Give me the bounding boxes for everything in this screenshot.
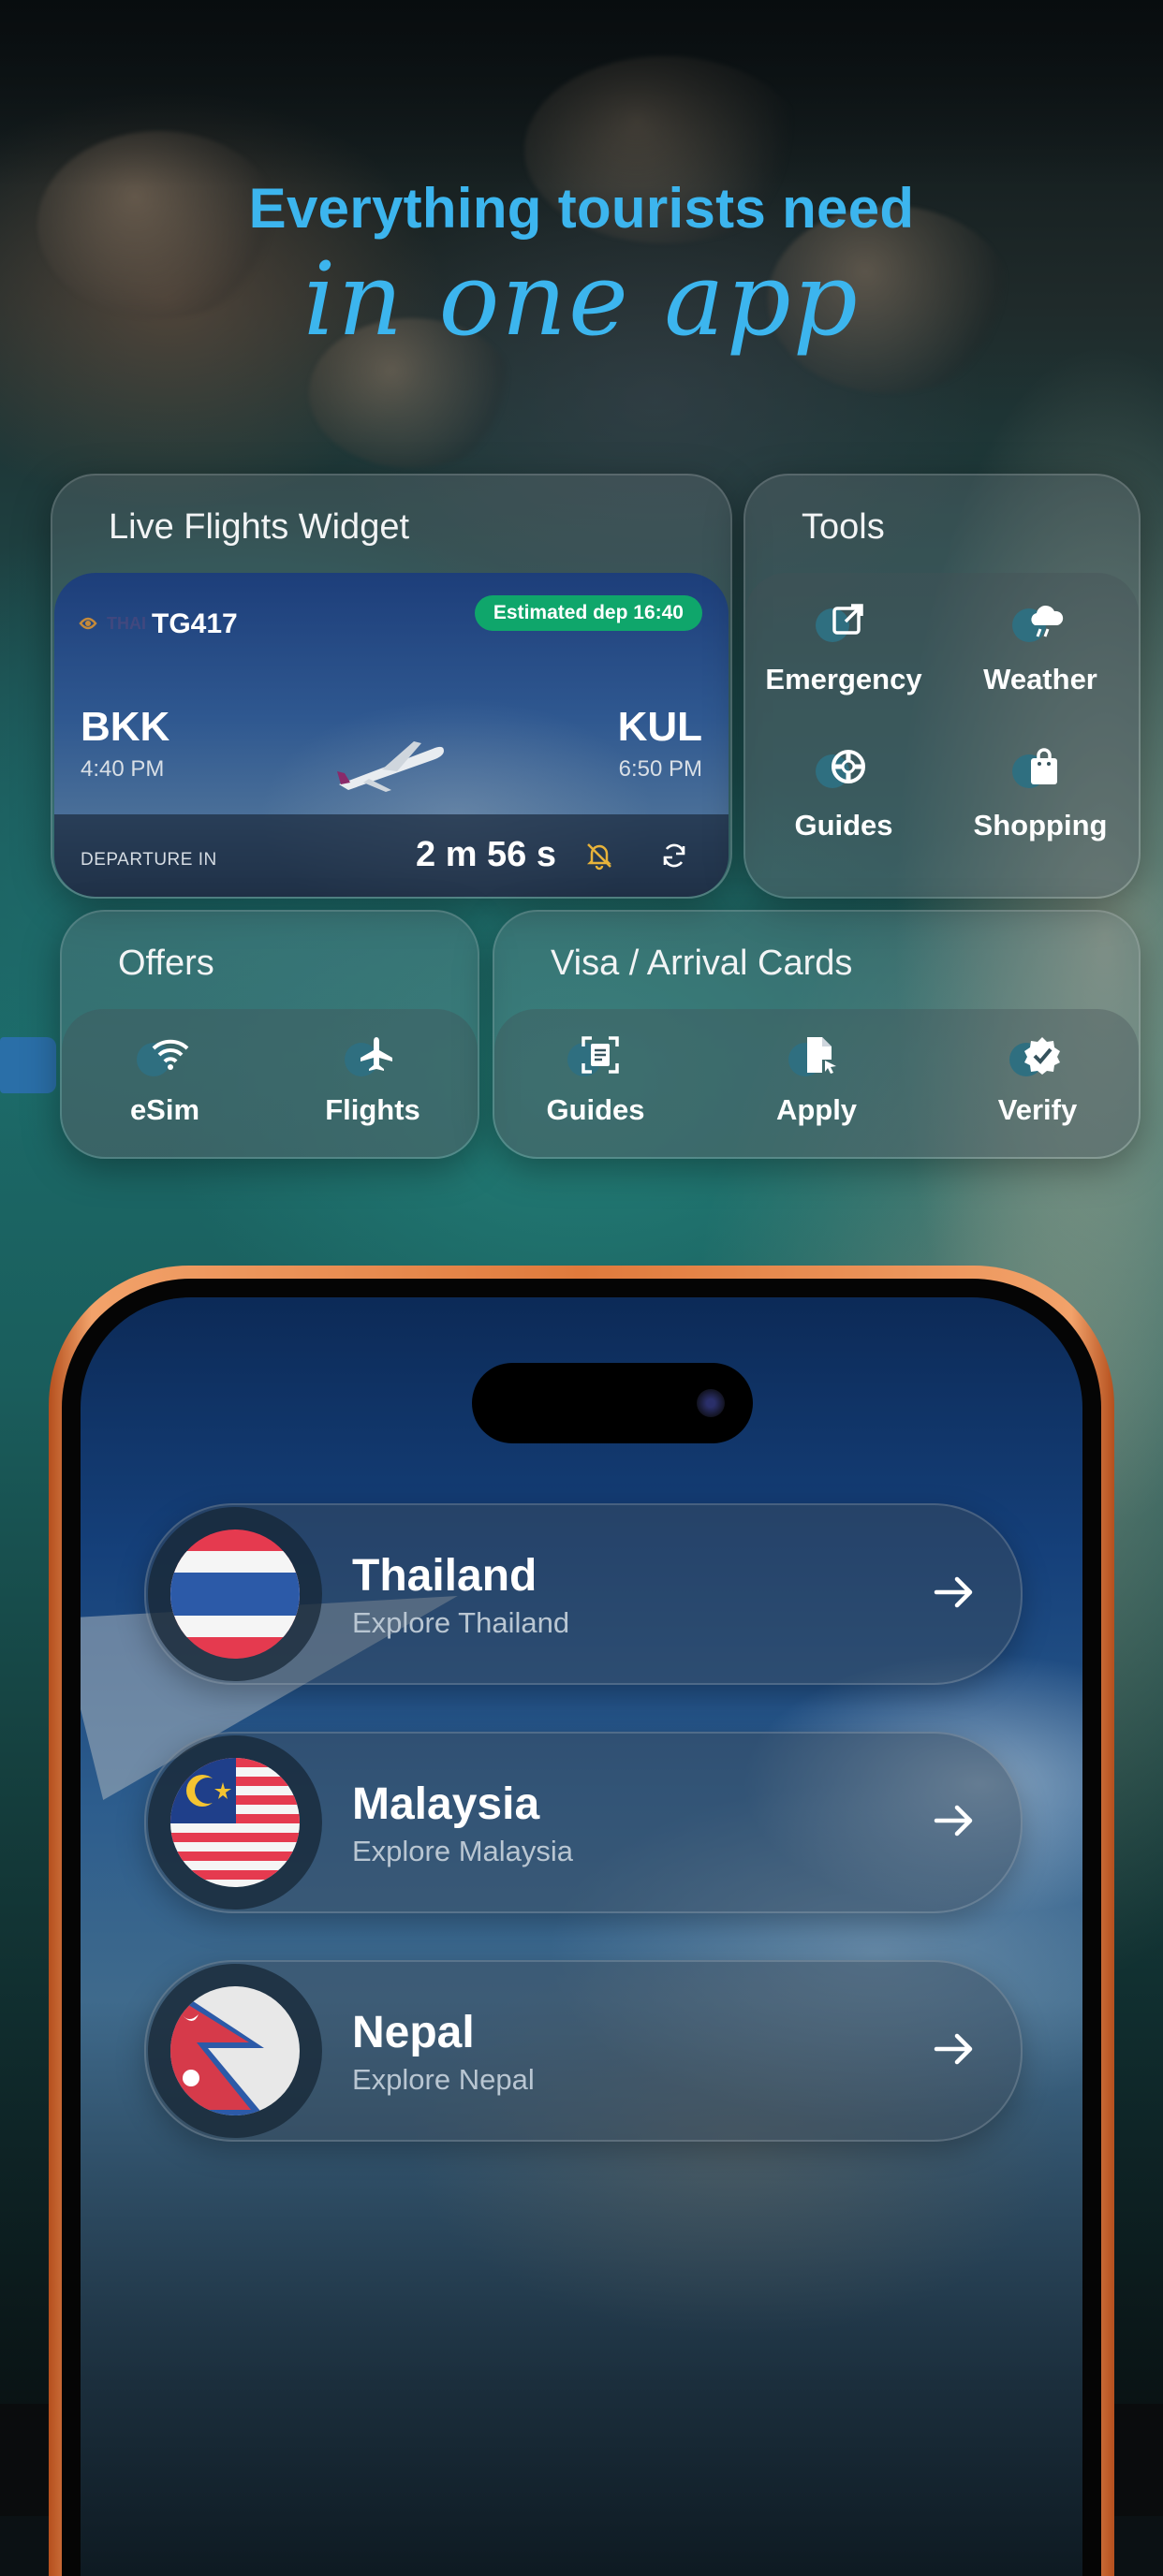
alarm-off-icon[interactable] [584,841,614,875]
arrow-right-icon[interactable] [931,2026,978,2077]
visa-verify-label: Verify [997,1093,1078,1126]
tool-weather[interactable]: Weather [942,601,1139,696]
verified-badge-icon [1009,1035,1066,1084]
nepal-flag-icon [170,1986,300,2115]
country-name: Malaysia [352,1779,540,1829]
origin-time: 4:40 PM [81,756,165,782]
country-row-thailand[interactable]: Thailand Explore Thailand [144,1503,1023,1685]
file-cursor-icon [788,1035,845,1084]
dynamic-island [472,1363,753,1443]
airline-logo-icon [79,614,97,633]
offer-esim[interactable]: eSim [71,1035,258,1127]
tool-shopping[interactable]: Shopping [942,747,1139,842]
status-badge: Estimated dep 16:40 [474,595,702,631]
offer-esim-label: eSim [129,1093,200,1126]
visa-row: Guides Apply Verify [494,1009,1139,1157]
country-subtitle: Explore Thailand [352,1606,570,1639]
offer-flights[interactable]: Flights [279,1035,466,1127]
offers-title: Offers [118,944,214,983]
wifi-icon [137,1035,193,1084]
country-name: Nepal [352,2008,475,2057]
origin-code: BKK [81,704,170,750]
airline-logo-text: THAI [107,614,146,633]
country-row-nepal[interactable]: Nepal Explore Nepal [144,1960,1023,2142]
arrow-right-icon[interactable] [931,1797,978,1849]
camera-lens [697,1389,725,1417]
airliner-icon [335,732,448,802]
offers-row: eSim Flights [62,1009,478,1157]
live-flights-widget-card[interactable]: Live Flights Widget THAI TG417 Estimated… [51,474,732,899]
tool-weather-label: Weather [983,663,1097,695]
visa-arrival-cards-card: Visa / Arrival Cards Guides Apply Verify [493,910,1141,1159]
visa-guides-label: Guides [546,1093,645,1126]
offer-flights-label: Flights [325,1093,420,1126]
flight-panel[interactable]: THAI TG417 Estimated dep 16:40 BKK 4:40 … [54,573,729,897]
boat-shape [0,1037,56,1093]
country-name: Thailand [352,1551,537,1601]
live-flights-widget-title: Live Flights Widget [109,507,410,547]
lifebuoy-icon [816,747,872,796]
destination-time: 6:50 PM [618,756,702,782]
country-subtitle: Explore Nepal [352,2063,535,2096]
visa-verify[interactable]: Verify [944,1035,1131,1127]
top-shade [0,0,1163,187]
departure-label: DEPARTURE IN [81,850,217,870]
tool-guides[interactable]: Guides [745,747,942,842]
tool-emergency-label: Emergency [765,663,922,695]
external-link-icon [816,601,872,650]
malaysia-flag-icon [170,1758,300,1887]
storm-cloud-icon [1012,601,1068,650]
airplane-icon [345,1035,401,1084]
flight-number: TG417 [152,608,238,639]
departure-countdown: 2 m 56 s [416,835,556,874]
headline-primary: Everything tourists need [248,177,915,240]
tools-grid: Emergency Weather Guides Shopping [745,573,1139,897]
destination-code: KUL [617,704,702,750]
departure-strip: DEPARTURE IN 2 m 56 s [54,814,729,897]
tool-guides-label: Guides [794,809,893,842]
tool-shopping-label: Shopping [973,809,1108,842]
visa-apply[interactable]: Apply [723,1035,910,1127]
country-subtitle: Explore Malaysia [352,1835,574,1867]
scan-document-icon [567,1035,624,1084]
headline-script: in one app [303,242,860,359]
country-row-malaysia[interactable]: Malaysia Explore Malaysia [144,1732,1023,1913]
visa-apply-label: Apply [775,1093,858,1126]
visa-title: Visa / Arrival Cards [551,944,853,983]
tool-emergency[interactable]: Emergency [745,601,942,696]
tools-title: Tools [802,507,885,547]
refresh-icon[interactable] [659,841,689,875]
shopping-bag-icon [1012,747,1068,796]
phone-mockup: Thailand Explore Thailand Malaysia Explo… [49,1266,1114,2576]
thailand-flag-icon [170,1530,300,1659]
tools-card: Tools Emergency Weather Guides Shopping [743,474,1141,899]
arrow-right-icon[interactable] [931,1569,978,1620]
phone-screen: Thailand Explore Thailand Malaysia Explo… [81,1297,1082,2576]
offers-card: Offers eSim Flights [60,910,479,1159]
visa-guides[interactable]: Guides [502,1035,689,1127]
